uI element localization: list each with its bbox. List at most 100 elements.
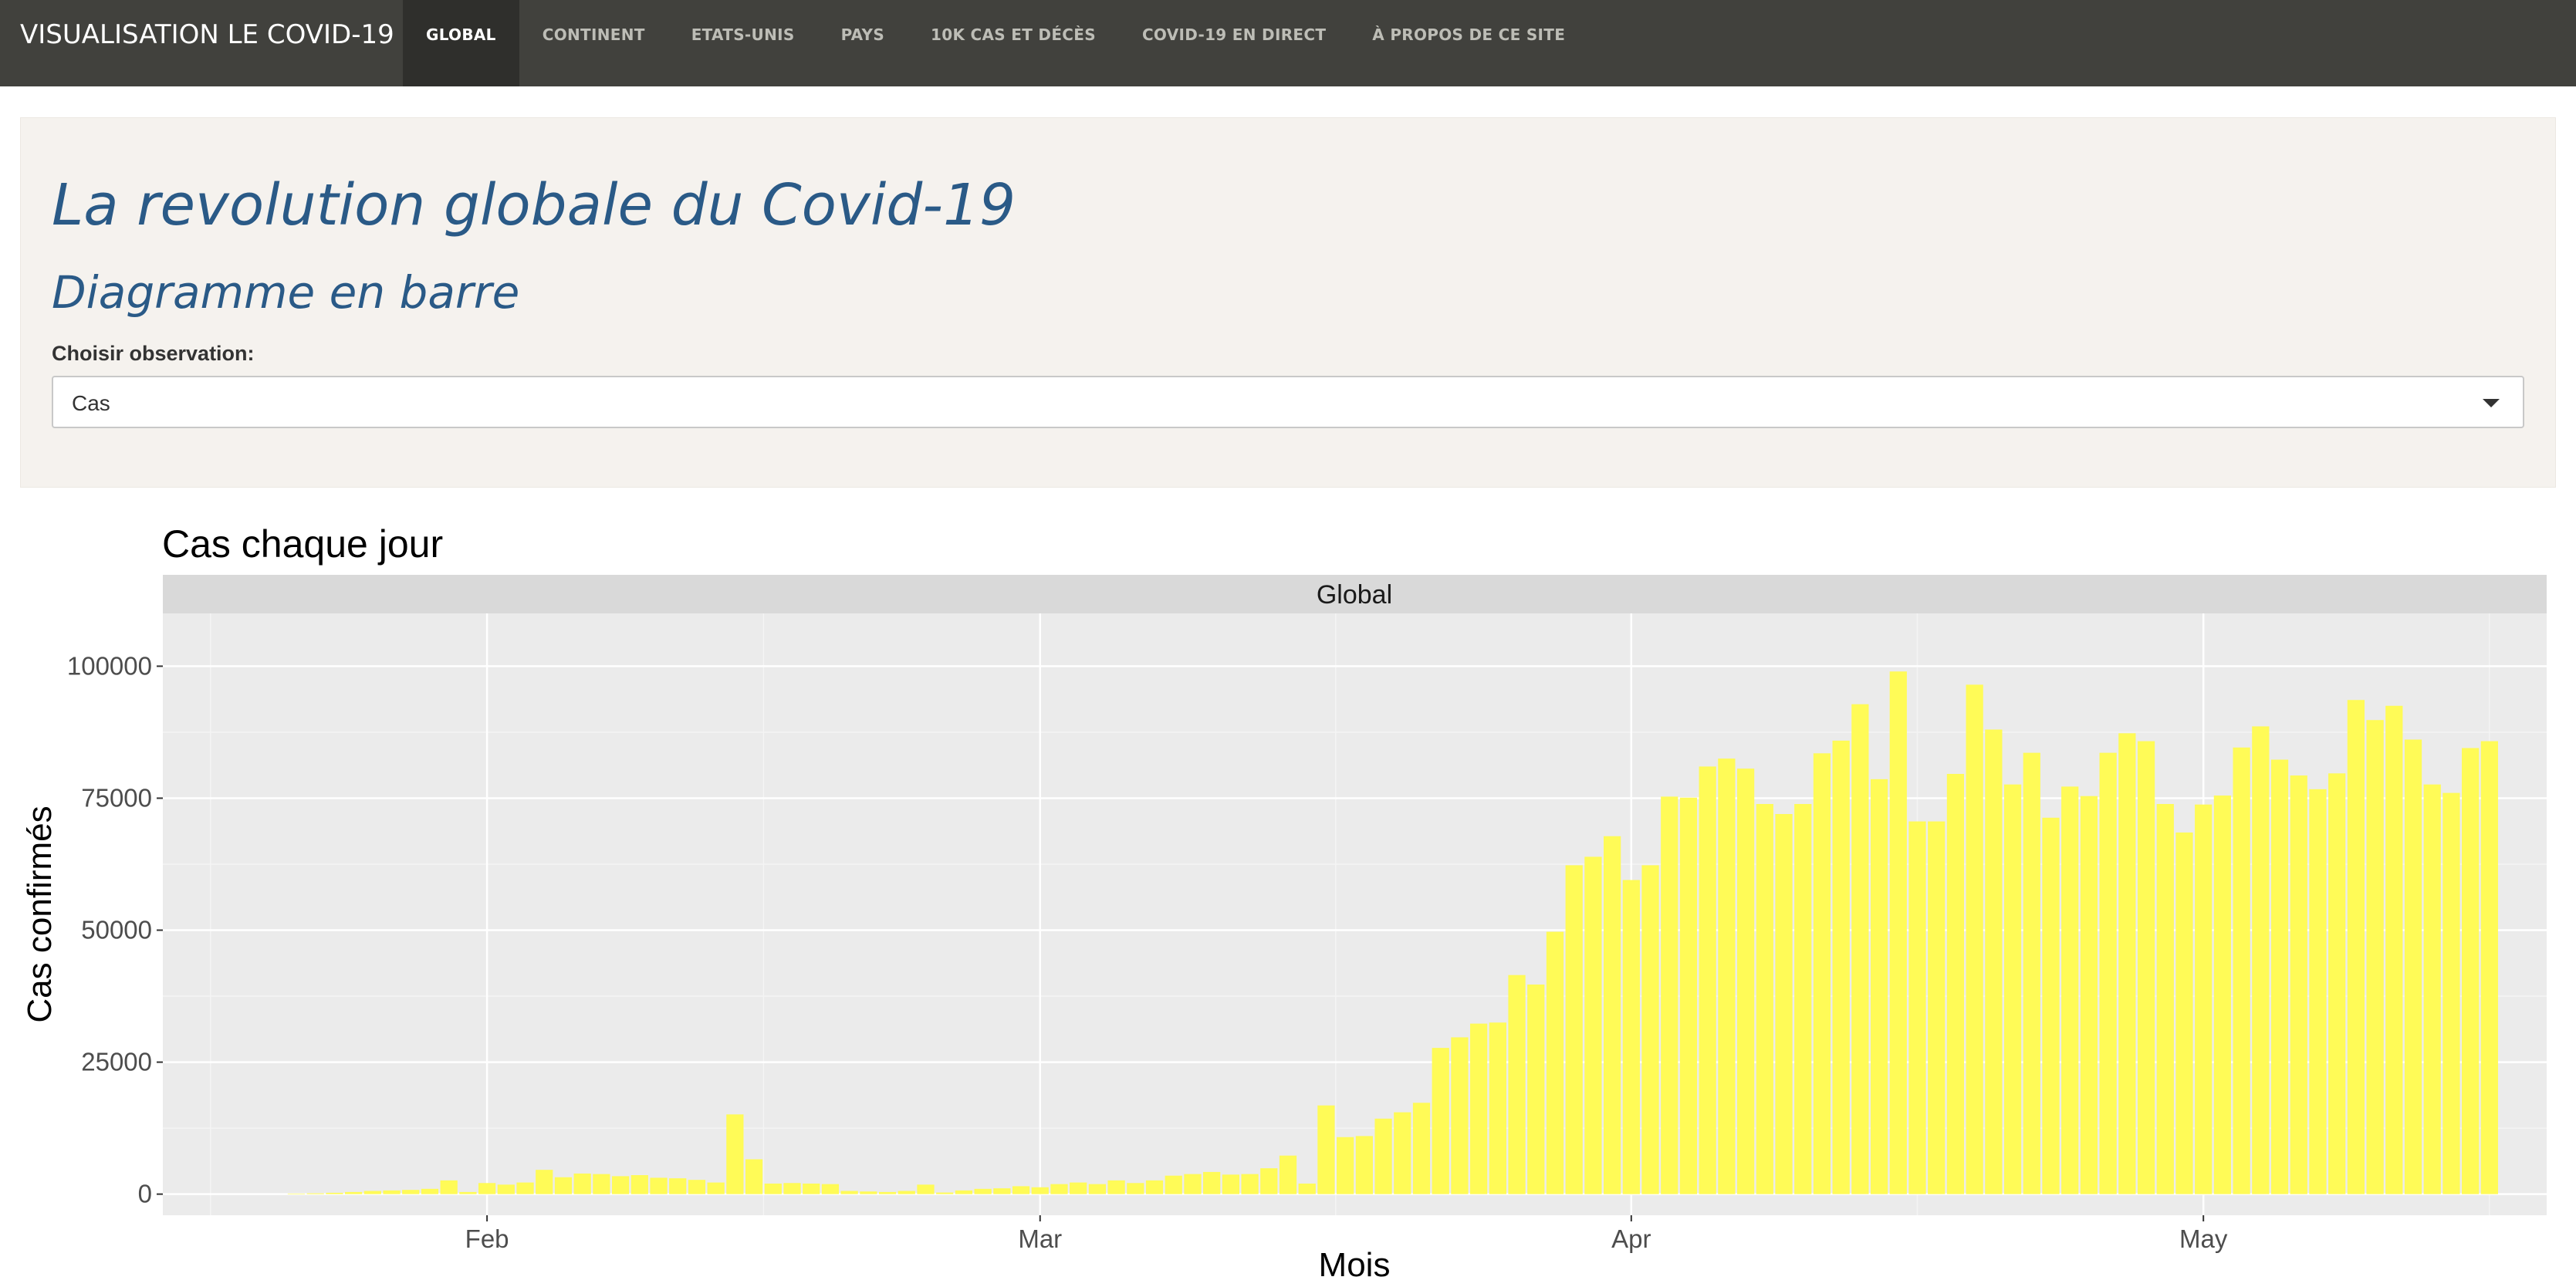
bar: [1184, 1174, 1202, 1194]
y-axis-label: Cas confirmés: [21, 806, 59, 1022]
bar: [2042, 817, 2060, 1194]
bar: [2423, 784, 2441, 1194]
bar: [803, 1183, 820, 1194]
bar: [764, 1183, 782, 1194]
bar: [726, 1114, 744, 1194]
bar: [783, 1183, 801, 1194]
bar: [2404, 739, 2422, 1194]
x-tick-label: Mar: [1018, 1225, 1062, 1253]
bar: [421, 1188, 439, 1194]
bar: [1679, 797, 1698, 1194]
bar: [1661, 796, 1678, 1194]
bar: [898, 1191, 915, 1194]
bar: [2480, 741, 2498, 1194]
bar: [936, 1192, 954, 1194]
bar: [878, 1191, 897, 1194]
bar: [1127, 1183, 1144, 1194]
bar: [1928, 821, 1946, 1194]
bar: [497, 1184, 515, 1194]
bar: [1527, 985, 1545, 1194]
bar: [1260, 1168, 1278, 1194]
bar-chart: Global 0 25000 50000 75000 100000 Feb Mar Apr M…: [21, 575, 2547, 1284]
y-tick-label: 25000: [81, 1048, 152, 1076]
bar: [1432, 1048, 1449, 1194]
bar: [1489, 1022, 1506, 1194]
bar: [478, 1183, 496, 1194]
bar: [993, 1188, 1011, 1194]
bar: [1908, 821, 1926, 1194]
bar: [1985, 729, 2003, 1194]
bar: [2347, 700, 2365, 1194]
bar: [2156, 804, 2174, 1194]
bar: [1394, 1112, 1411, 1194]
bar: [1946, 774, 1965, 1194]
bar: [2195, 804, 2213, 1194]
bar: [2137, 741, 2155, 1194]
bar: [1107, 1180, 1125, 1194]
bar: [860, 1191, 877, 1194]
bar: [1050, 1184, 1068, 1194]
bar: [573, 1173, 591, 1194]
bar: [2213, 796, 2232, 1194]
bar: [1584, 856, 1602, 1194]
y-tick-label: 0: [138, 1180, 152, 1208]
bar: [2290, 775, 2307, 1194]
bar: [1279, 1155, 1297, 1194]
bar: [611, 1176, 630, 1194]
y-tick-label: 100000: [67, 651, 152, 680]
bar: [1355, 1136, 1373, 1194]
bar: [1622, 880, 1640, 1194]
bar: [1298, 1183, 1316, 1194]
y-tick-label: 50000: [81, 916, 152, 944]
bar: [840, 1191, 858, 1194]
bar: [2061, 786, 2079, 1194]
bar: [2252, 726, 2270, 1194]
bar: [974, 1188, 992, 1194]
bar: [2442, 792, 2460, 1194]
bar: [1966, 684, 1983, 1194]
bar: [2003, 784, 2022, 1194]
x-tick-label: Feb: [465, 1225, 509, 1253]
bar: [2175, 832, 2193, 1194]
bar: [821, 1184, 840, 1194]
bar: [630, 1175, 648, 1194]
bar: [1813, 753, 1831, 1194]
bar: [1641, 865, 1659, 1194]
bar: [2099, 752, 2117, 1194]
bar: [1851, 704, 1869, 1194]
bar: [1374, 1118, 1392, 1194]
bar: [1088, 1184, 1107, 1194]
bar: [1565, 865, 1583, 1194]
bar: [2385, 705, 2403, 1194]
bar: [383, 1190, 401, 1194]
bar: [650, 1177, 668, 1194]
bar: [1031, 1187, 1049, 1194]
bar: [2118, 733, 2136, 1194]
bar: [1546, 931, 1564, 1194]
bar: [459, 1191, 477, 1194]
bar: [1870, 779, 1888, 1194]
bar: [1012, 1186, 1030, 1194]
bar: [1070, 1182, 1087, 1194]
bar: [2366, 720, 2384, 1194]
bar: [1889, 671, 1907, 1194]
bar: [1775, 814, 1793, 1194]
bar: [688, 1180, 706, 1194]
bar: [1241, 1174, 1259, 1194]
bar: [2462, 748, 2480, 1194]
bar: [363, 1191, 381, 1194]
bar: [917, 1184, 935, 1194]
x-tick-label: May: [2179, 1225, 2228, 1253]
bar: [2328, 773, 2346, 1194]
bar: [1222, 1174, 1239, 1194]
bar: [1718, 758, 1736, 1194]
bar: [1451, 1037, 1469, 1194]
bar: [1794, 804, 1812, 1194]
bar: [1145, 1180, 1164, 1194]
bar: [326, 1192, 343, 1194]
facet-label: Global: [1317, 580, 1392, 610]
y-axis: 0 25000 50000 75000 100000: [67, 651, 163, 1208]
bar: [593, 1174, 610, 1194]
x-tick-label: Apr: [1611, 1225, 1651, 1253]
bar: [1832, 740, 1850, 1194]
